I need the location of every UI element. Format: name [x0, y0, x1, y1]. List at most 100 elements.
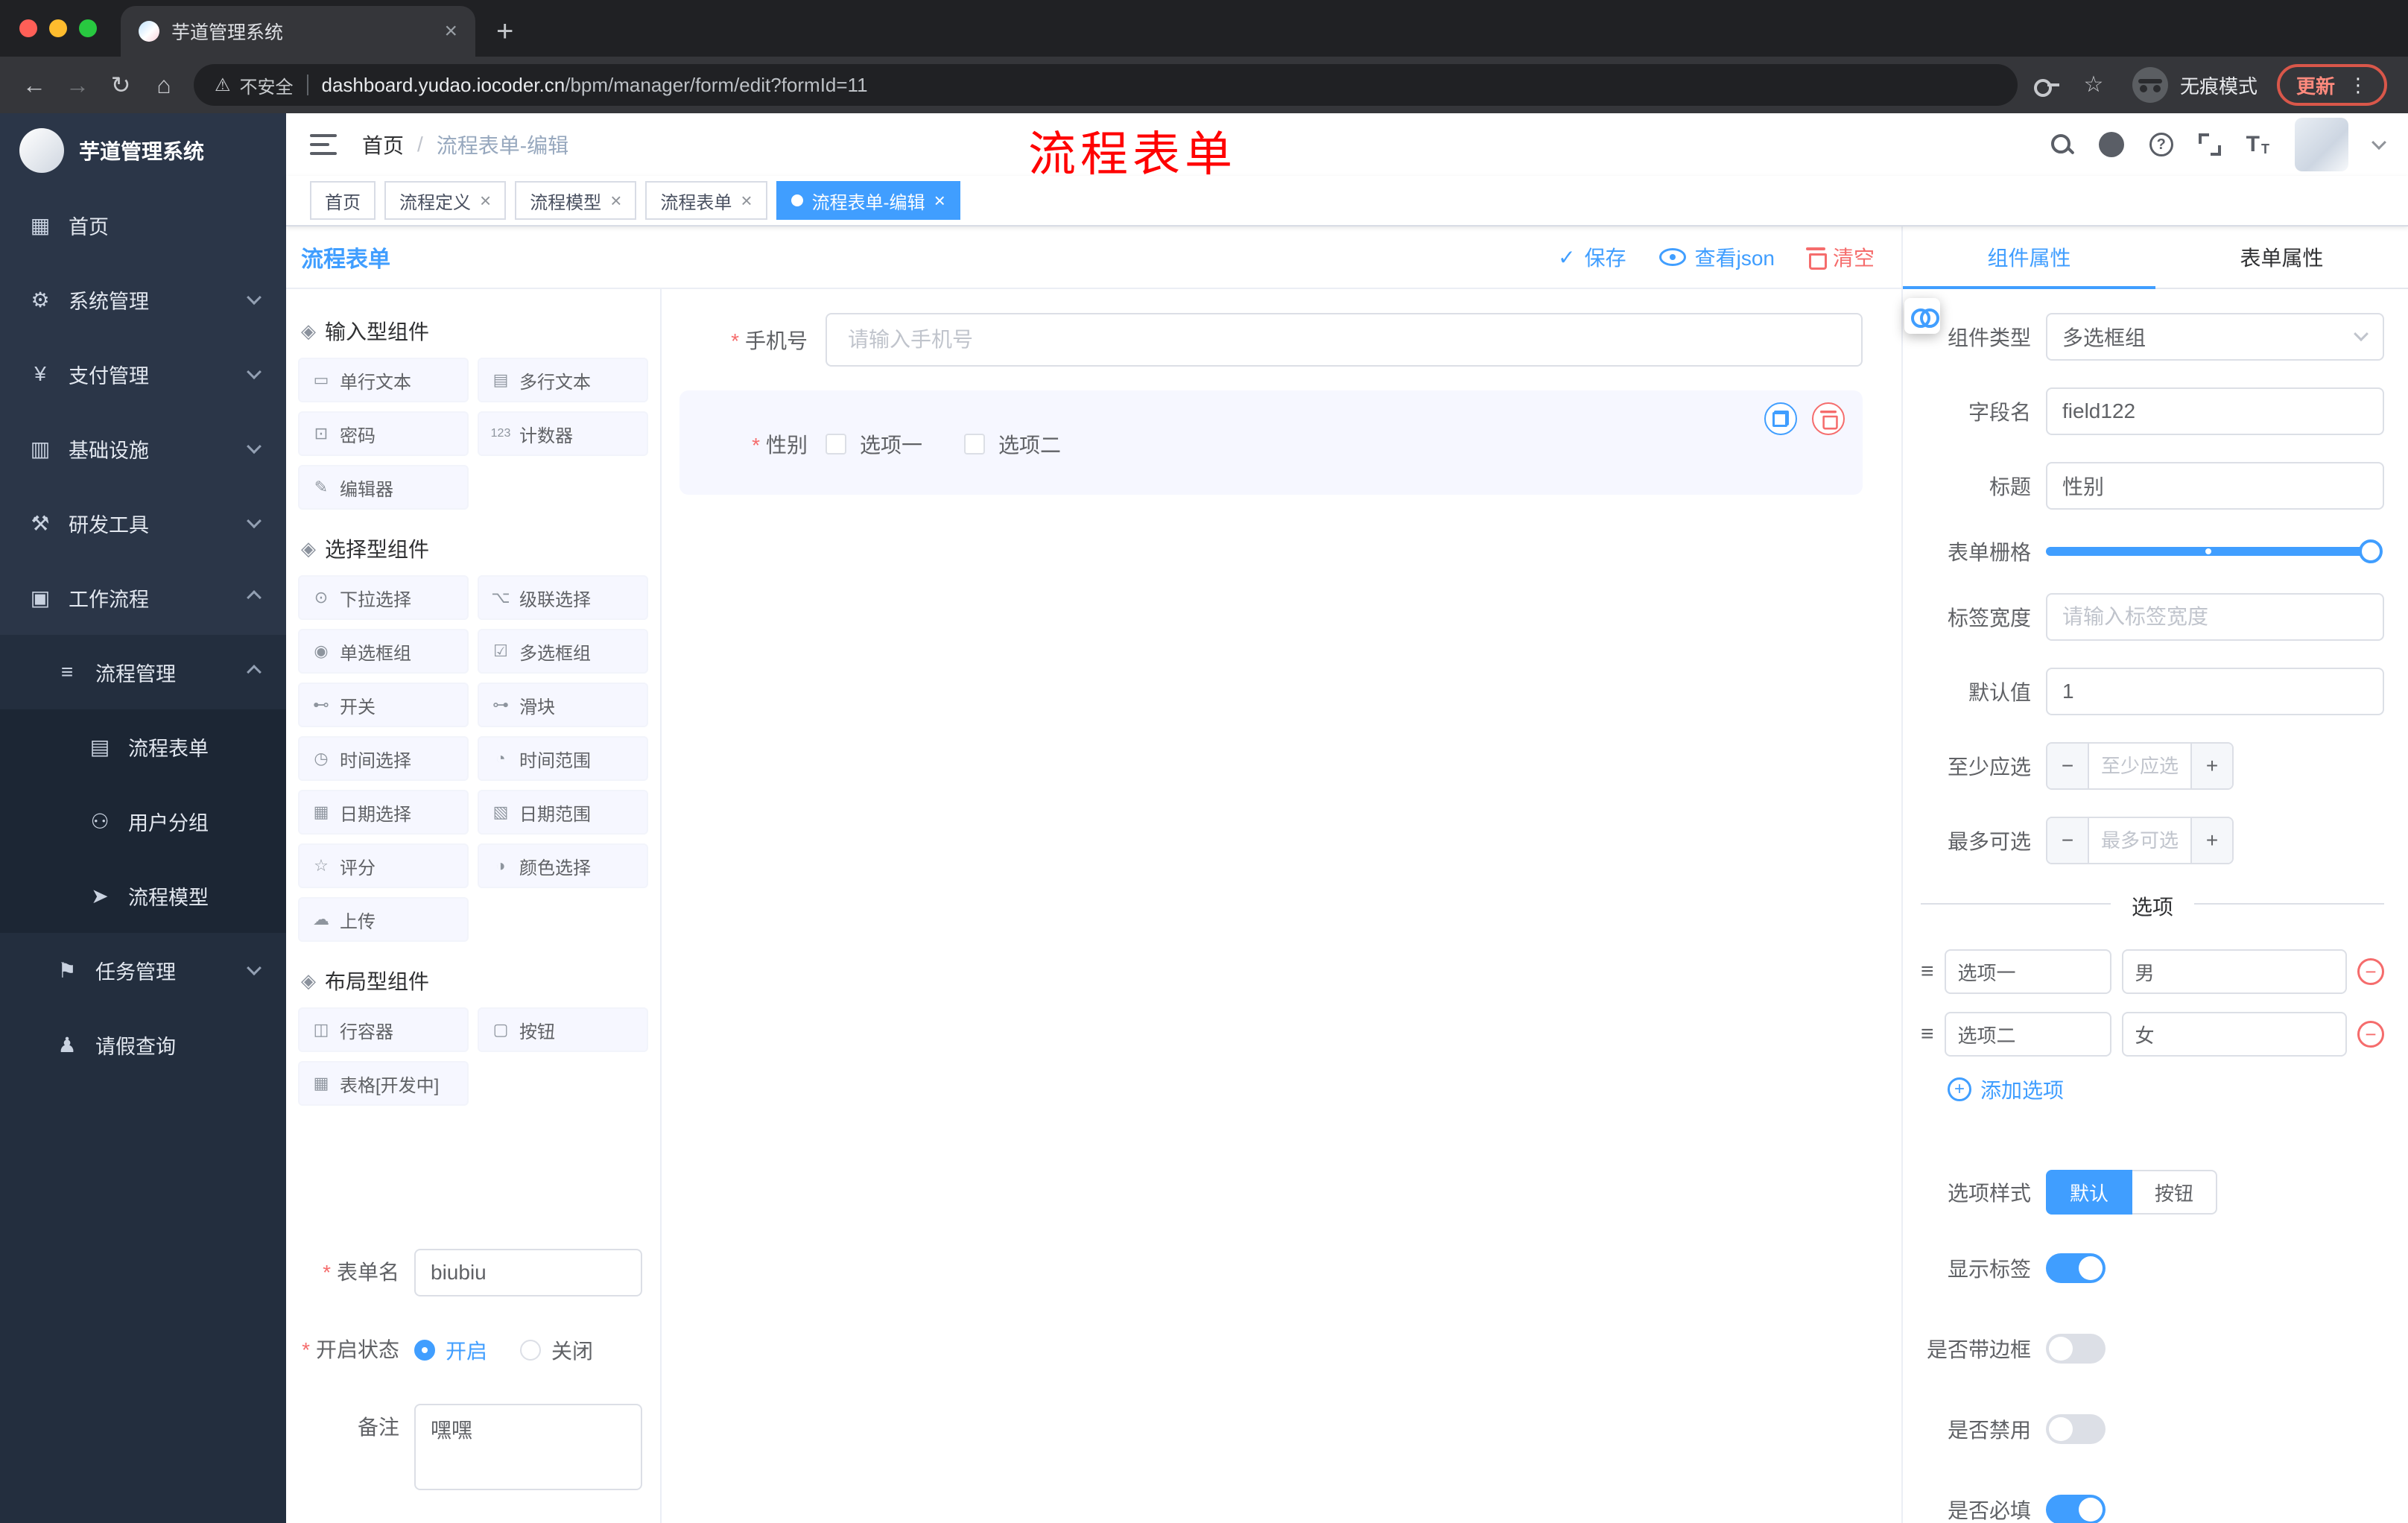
clear-button[interactable]: 清空 [1805, 242, 1875, 272]
tab-component-props[interactable]: 组件属性 [1903, 227, 2155, 289]
component-chip-date-range[interactable]: ▧ 日期范围 [478, 790, 648, 835]
tab-form-props[interactable]: 表单属性 [2155, 227, 2408, 288]
tag-home[interactable]: 首页 [310, 181, 376, 220]
sidebar-item-process-model[interactable]: ➤ 流程模型 [0, 858, 286, 933]
tag-process-definition[interactable]: 流程定义 × [384, 181, 507, 220]
label-width-input[interactable] [2046, 593, 2384, 641]
tag-process-form-edit[interactable]: 流程表单-编辑 × [776, 181, 960, 220]
required-switch[interactable] [2046, 1495, 2106, 1523]
security-badge[interactable]: ⚠ 不安全 [215, 72, 294, 98]
font-size-icon[interactable] [2246, 133, 2269, 156]
close-icon[interactable]: × [934, 191, 945, 210]
option-2-label-input[interactable] [1944, 1012, 2111, 1057]
remove-option-icon[interactable]: − [2357, 1021, 2384, 1048]
grid-slider[interactable] [2046, 539, 2383, 563]
url-field[interactable]: ⚠ 不安全 dashboard.yudao.iocoder.cn/bpm/man… [194, 64, 2018, 106]
component-chip-row-container[interactable]: ◫ 行容器 [298, 1007, 469, 1052]
min-select-input[interactable] [2089, 744, 2190, 788]
sidebar-item-payment[interactable]: ¥ 支付管理 [0, 337, 286, 411]
radio-closed[interactable]: 关闭 [520, 1335, 593, 1365]
decrease-button[interactable]: − [2047, 818, 2089, 863]
form-name-input[interactable] [414, 1249, 642, 1296]
gender-option-2[interactable]: 选项二 [964, 429, 1061, 459]
checkbox-icon[interactable] [826, 434, 846, 455]
sidebar-item-task-management[interactable]: ⚑ 任务管理 [0, 933, 286, 1007]
component-chip-upload[interactable]: ☁ 上传 [298, 897, 469, 942]
url-text[interactable]: dashboard.yudao.iocoder.cn/bpm/manager/f… [322, 74, 868, 97]
remove-option-icon[interactable]: − [2357, 958, 2384, 985]
option-1-label-input[interactable] [1944, 949, 2111, 994]
phone-input[interactable] [826, 313, 1863, 367]
component-chip-cascader[interactable]: ⌥ 级联选择 [478, 575, 648, 620]
new-tab-button[interactable]: + [496, 16, 513, 46]
sidebar-item-process-form[interactable]: ▤ 流程表单 [0, 709, 286, 784]
drag-handle-icon[interactable]: ≡ [1921, 959, 1934, 984]
canvas-field-gender-selected[interactable]: 性别 选项一 选项二 [679, 390, 1863, 495]
sidebar-toggle-icon[interactable] [310, 134, 337, 155]
close-icon[interactable]: × [480, 191, 491, 210]
slider-handle[interactable] [2359, 539, 2383, 563]
component-chip-password[interactable]: ⊡ 密码 [298, 411, 469, 456]
browser-menu-icon[interactable]: ⋮ [2348, 74, 2368, 97]
component-chip-slider[interactable]: ⊶ 滑块 [478, 683, 648, 727]
component-chip-select[interactable]: ⊙ 下拉选择 [298, 575, 469, 620]
reload-icon[interactable]: ↻ [107, 73, 134, 97]
sidebar-item-system[interactable]: ⚙ 系统管理 [0, 262, 286, 337]
show-label-switch[interactable] [2046, 1253, 2106, 1283]
style-button-button[interactable]: 按钮 [2132, 1170, 2218, 1215]
window-close-button[interactable] [19, 19, 37, 37]
bookmark-star-icon[interactable]: ☆ [2080, 74, 2107, 96]
back-icon[interactable]: ← [21, 73, 48, 97]
canvas-field-phone[interactable]: 手机号 [679, 313, 1863, 367]
max-select-input[interactable] [2089, 818, 2190, 863]
increase-button[interactable]: + [2190, 744, 2232, 788]
save-button[interactable]: 保存 [1558, 242, 1626, 272]
view-json-button[interactable]: 查看json [1658, 242, 1775, 272]
component-chip-switch[interactable]: ⊷ 开关 [298, 683, 469, 727]
add-option-button[interactable]: + 添加选项 [1948, 1074, 2384, 1104]
field-name-input[interactable] [2046, 387, 2384, 435]
component-chip-single-text[interactable]: ▭ 单行文本 [298, 358, 469, 402]
github-icon[interactable] [2098, 132, 2124, 157]
radio-open[interactable]: 开启 [414, 1335, 487, 1365]
style-default-button[interactable]: 默认 [2046, 1170, 2133, 1215]
copy-field-button[interactable] [1764, 402, 1797, 435]
component-chip-time-range[interactable]: ◔ 时间范围 [478, 736, 648, 781]
option-1-value-input[interactable] [2121, 949, 2347, 994]
component-chip-counter[interactable]: 123 计数器 [478, 411, 648, 456]
tab-close-icon[interactable]: × [444, 20, 457, 42]
sidebar-item-leave-query[interactable]: ♟ 请假查询 [0, 1007, 286, 1082]
sidebar-item-user-group[interactable]: ⚇ 用户分组 [0, 784, 286, 858]
forward-icon[interactable]: → [64, 73, 91, 97]
delete-field-button[interactable] [1812, 402, 1845, 435]
fullscreen-icon[interactable] [2198, 133, 2221, 156]
component-chip-date-picker[interactable]: ▦ 日期选择 [298, 790, 469, 835]
sidebar-item-workflow[interactable]: ▣ 工作流程 [0, 560, 286, 635]
component-type-select[interactable]: 多选框组 [2046, 313, 2384, 361]
component-chip-time-picker[interactable]: ◷ 时间选择 [298, 736, 469, 781]
gender-option-1[interactable]: 选项一 [826, 429, 922, 459]
close-icon[interactable]: × [610, 191, 621, 210]
component-chip-multi-text[interactable]: ▤ 多行文本 [478, 358, 648, 402]
component-chip-checkbox-group[interactable]: ☑ 多选框组 [478, 629, 648, 674]
sidebar-logo[interactable]: 芋道管理系统 [0, 113, 286, 188]
component-chip-editor[interactable]: ✎ 编辑器 [298, 465, 469, 510]
disabled-switch[interactable] [2046, 1414, 2106, 1444]
component-chip-table[interactable]: ▦ 表格[开发中] [298, 1061, 469, 1106]
option-2-value-input[interactable] [2121, 1012, 2347, 1057]
close-icon[interactable]: × [741, 191, 752, 210]
sidebar-item-infrastructure[interactable]: ▥ 基础设施 [0, 411, 286, 486]
browser-tab[interactable]: 芋道管理系统 × [121, 6, 475, 57]
default-value-input[interactable] [2046, 668, 2384, 715]
decrease-button[interactable]: − [2047, 744, 2089, 788]
help-icon[interactable] [2149, 133, 2173, 156]
panel-link-handle[interactable] [1904, 298, 1940, 334]
window-minimize-button[interactable] [49, 19, 67, 37]
sidebar-item-devtools[interactable]: ⚒ 研发工具 [0, 486, 286, 560]
component-chip-rate[interactable]: ☆ 评分 [298, 843, 469, 888]
tag-process-model[interactable]: 流程模型 × [515, 181, 637, 220]
avatar-caret-icon[interactable] [2371, 135, 2386, 151]
search-icon[interactable] [2050, 133, 2073, 156]
component-chip-button[interactable]: ▢ 按钮 [478, 1007, 648, 1052]
update-button[interactable]: 更新 ⋮ [2276, 64, 2387, 106]
